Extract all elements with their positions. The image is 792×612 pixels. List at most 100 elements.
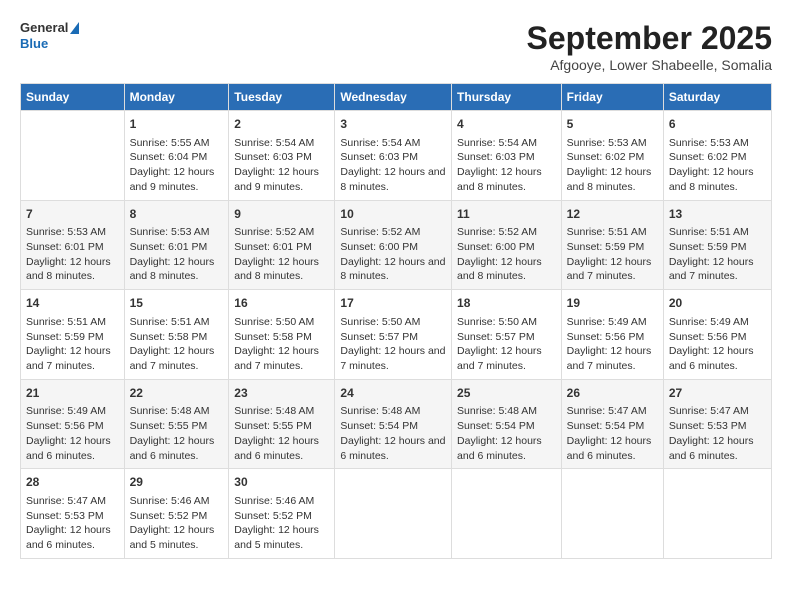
sunrise-text: Sunrise: 5:47 AM: [669, 405, 749, 417]
day-number: 20: [669, 295, 766, 312]
cell-content: Sunrise: 5:53 AM Sunset: 6:02 PM Dayligh…: [669, 136, 766, 195]
calendar-table: SundayMondayTuesdayWednesdayThursdayFrid…: [20, 83, 772, 559]
day-number: 19: [567, 295, 658, 312]
day-cell: 23 Sunrise: 5:48 AM Sunset: 5:55 PM Dayl…: [229, 379, 335, 469]
daylight-text: Daylight: 12 hours and 8 minutes.: [130, 256, 215, 283]
daylight-text: Daylight: 12 hours and 5 minutes.: [234, 524, 319, 551]
day-cell: 27 Sunrise: 5:47 AM Sunset: 5:53 PM Dayl…: [663, 379, 771, 469]
day-cell: 2 Sunrise: 5:54 AM Sunset: 6:03 PM Dayli…: [229, 111, 335, 201]
daylight-text: Daylight: 12 hours and 8 minutes.: [457, 166, 542, 193]
cell-content: Sunrise: 5:54 AM Sunset: 6:03 PM Dayligh…: [234, 136, 329, 195]
week-row-1: 7 Sunrise: 5:53 AM Sunset: 6:01 PM Dayli…: [21, 200, 772, 290]
day-cell: 20 Sunrise: 5:49 AM Sunset: 5:56 PM Dayl…: [663, 290, 771, 380]
day-cell: 10 Sunrise: 5:52 AM Sunset: 6:00 PM Dayl…: [335, 200, 452, 290]
day-number: 24: [340, 385, 446, 402]
day-cell: 18 Sunrise: 5:50 AM Sunset: 5:57 PM Dayl…: [452, 290, 562, 380]
header-sunday: Sunday: [21, 84, 125, 111]
sunrise-text: Sunrise: 5:47 AM: [26, 495, 106, 507]
day-number: 21: [26, 385, 119, 402]
sunrise-text: Sunrise: 5:52 AM: [340, 226, 420, 238]
cell-content: Sunrise: 5:51 AM Sunset: 5:58 PM Dayligh…: [130, 315, 224, 374]
cell-content: Sunrise: 5:48 AM Sunset: 5:55 PM Dayligh…: [130, 404, 224, 463]
daylight-text: Daylight: 12 hours and 7 minutes.: [234, 345, 319, 372]
sunset-text: Sunset: 6:02 PM: [669, 151, 747, 163]
day-cell: 5 Sunrise: 5:53 AM Sunset: 6:02 PM Dayli…: [561, 111, 663, 201]
day-cell: 7 Sunrise: 5:53 AM Sunset: 6:01 PM Dayli…: [21, 200, 125, 290]
cell-content: Sunrise: 5:55 AM Sunset: 6:04 PM Dayligh…: [130, 136, 224, 195]
sunset-text: Sunset: 5:56 PM: [567, 331, 645, 343]
sunrise-text: Sunrise: 5:53 AM: [26, 226, 106, 238]
day-cell: 15 Sunrise: 5:51 AM Sunset: 5:58 PM Dayl…: [124, 290, 229, 380]
sunset-text: Sunset: 5:55 PM: [234, 420, 312, 432]
cell-content: Sunrise: 5:51 AM Sunset: 5:59 PM Dayligh…: [567, 225, 658, 284]
day-cell: [335, 469, 452, 559]
sunrise-text: Sunrise: 5:55 AM: [130, 137, 210, 149]
daylight-text: Daylight: 12 hours and 6 minutes.: [340, 435, 445, 462]
sunrise-text: Sunrise: 5:48 AM: [130, 405, 210, 417]
sunrise-text: Sunrise: 5:52 AM: [234, 226, 314, 238]
cell-content: Sunrise: 5:47 AM Sunset: 5:53 PM Dayligh…: [26, 494, 119, 553]
sunrise-text: Sunrise: 5:53 AM: [669, 137, 749, 149]
sunset-text: Sunset: 5:53 PM: [669, 420, 747, 432]
header-row: SundayMondayTuesdayWednesdayThursdayFrid…: [21, 84, 772, 111]
cell-content: Sunrise: 5:53 AM Sunset: 6:01 PM Dayligh…: [130, 225, 224, 284]
day-number: 27: [669, 385, 766, 402]
daylight-text: Daylight: 12 hours and 8 minutes.: [567, 166, 652, 193]
day-cell: 21 Sunrise: 5:49 AM Sunset: 5:56 PM Dayl…: [21, 379, 125, 469]
day-cell: 19 Sunrise: 5:49 AM Sunset: 5:56 PM Dayl…: [561, 290, 663, 380]
daylight-text: Daylight: 12 hours and 5 minutes.: [130, 524, 215, 551]
logo-general: General: [20, 20, 68, 36]
sunrise-text: Sunrise: 5:52 AM: [457, 226, 537, 238]
day-cell: 14 Sunrise: 5:51 AM Sunset: 5:59 PM Dayl…: [21, 290, 125, 380]
daylight-text: Daylight: 12 hours and 6 minutes.: [130, 435, 215, 462]
day-cell: 12 Sunrise: 5:51 AM Sunset: 5:59 PM Dayl…: [561, 200, 663, 290]
day-cell: 11 Sunrise: 5:52 AM Sunset: 6:00 PM Dayl…: [452, 200, 562, 290]
sunset-text: Sunset: 6:04 PM: [130, 151, 208, 163]
day-number: 16: [234, 295, 329, 312]
header-monday: Monday: [124, 84, 229, 111]
sunset-text: Sunset: 5:59 PM: [669, 241, 747, 253]
sunset-text: Sunset: 5:59 PM: [567, 241, 645, 253]
day-cell: 1 Sunrise: 5:55 AM Sunset: 6:04 PM Dayli…: [124, 111, 229, 201]
cell-content: Sunrise: 5:50 AM Sunset: 5:58 PM Dayligh…: [234, 315, 329, 374]
daylight-text: Daylight: 12 hours and 8 minutes.: [340, 256, 445, 283]
sunset-text: Sunset: 6:03 PM: [340, 151, 418, 163]
sunset-text: Sunset: 6:00 PM: [340, 241, 418, 253]
cell-content: Sunrise: 5:48 AM Sunset: 5:54 PM Dayligh…: [457, 404, 556, 463]
sunset-text: Sunset: 5:56 PM: [26, 420, 104, 432]
day-number: 29: [130, 474, 224, 491]
daylight-text: Daylight: 12 hours and 7 minutes.: [130, 345, 215, 372]
cell-content: Sunrise: 5:54 AM Sunset: 6:03 PM Dayligh…: [340, 136, 446, 195]
cell-content: Sunrise: 5:49 AM Sunset: 5:56 PM Dayligh…: [567, 315, 658, 374]
sunrise-text: Sunrise: 5:48 AM: [340, 405, 420, 417]
day-cell: 9 Sunrise: 5:52 AM Sunset: 6:01 PM Dayli…: [229, 200, 335, 290]
day-number: 9: [234, 206, 329, 223]
cell-content: Sunrise: 5:53 AM Sunset: 6:01 PM Dayligh…: [26, 225, 119, 284]
sunrise-text: Sunrise: 5:54 AM: [457, 137, 537, 149]
sunset-text: Sunset: 5:53 PM: [26, 510, 104, 522]
day-cell: 24 Sunrise: 5:48 AM Sunset: 5:54 PM Dayl…: [335, 379, 452, 469]
sunset-text: Sunset: 5:58 PM: [130, 331, 208, 343]
sunset-text: Sunset: 5:56 PM: [669, 331, 747, 343]
sunset-text: Sunset: 6:00 PM: [457, 241, 535, 253]
day-cell: 17 Sunrise: 5:50 AM Sunset: 5:57 PM Dayl…: [335, 290, 452, 380]
day-cell: [21, 111, 125, 201]
sunrise-text: Sunrise: 5:49 AM: [567, 316, 647, 328]
sunrise-text: Sunrise: 5:51 AM: [567, 226, 647, 238]
cell-content: Sunrise: 5:53 AM Sunset: 6:02 PM Dayligh…: [567, 136, 658, 195]
day-number: 8: [130, 206, 224, 223]
cell-content: Sunrise: 5:52 AM Sunset: 6:01 PM Dayligh…: [234, 225, 329, 284]
daylight-text: Daylight: 12 hours and 8 minutes.: [234, 256, 319, 283]
sunrise-text: Sunrise: 5:49 AM: [669, 316, 749, 328]
daylight-text: Daylight: 12 hours and 7 minutes.: [567, 345, 652, 372]
day-number: 15: [130, 295, 224, 312]
logo-triangle-icon: [70, 22, 79, 34]
cell-content: Sunrise: 5:47 AM Sunset: 5:53 PM Dayligh…: [669, 404, 766, 463]
day-number: 28: [26, 474, 119, 491]
cell-content: Sunrise: 5:49 AM Sunset: 5:56 PM Dayligh…: [669, 315, 766, 374]
daylight-text: Daylight: 12 hours and 8 minutes.: [669, 166, 754, 193]
week-row-4: 28 Sunrise: 5:47 AM Sunset: 5:53 PM Dayl…: [21, 469, 772, 559]
cell-content: Sunrise: 5:52 AM Sunset: 6:00 PM Dayligh…: [340, 225, 446, 284]
header-thursday: Thursday: [452, 84, 562, 111]
sunset-text: Sunset: 5:58 PM: [234, 331, 312, 343]
